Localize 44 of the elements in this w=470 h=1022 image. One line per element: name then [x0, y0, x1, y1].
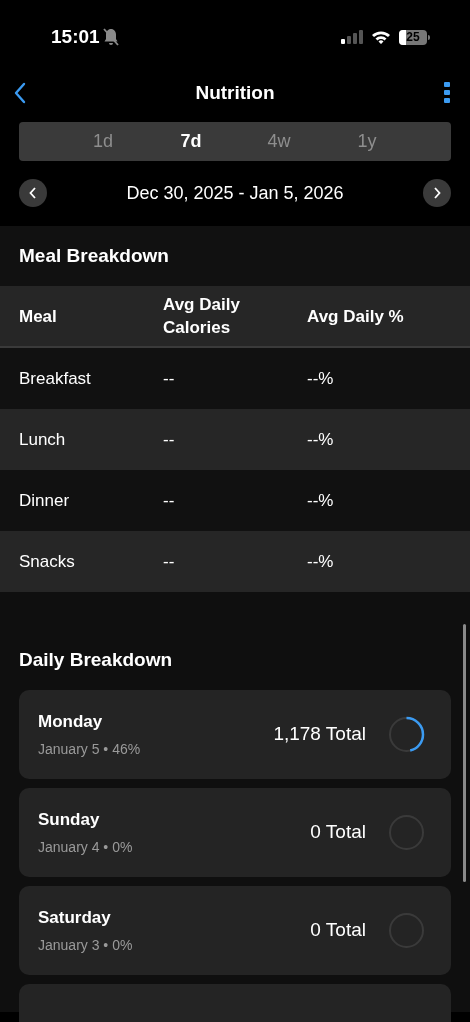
signal-icon — [341, 30, 363, 44]
status-time: 15:01 — [51, 24, 100, 49]
next-button[interactable] — [423, 179, 451, 207]
column-header: Avg Daily Calories — [163, 294, 241, 339]
previous-button[interactable] — [19, 179, 47, 207]
day-card[interactable]: Sunday January 4 • 0% 0 Total — [19, 788, 451, 877]
table-cell-text: -- — [163, 428, 176, 451]
day-name: Monday — [38, 711, 104, 734]
date-range: Dec 30, 2025 - Jan 5, 2026 — [126, 181, 344, 205]
table-cell-text: Lunch — [19, 428, 67, 451]
day-detail: January 5 • 46% — [38, 739, 141, 759]
table-cell-text: --% — [307, 428, 335, 451]
day-detail: January 3 • 0% — [38, 935, 133, 955]
section-title: Daily Breakdown — [19, 647, 173, 672]
table-cell-text: --% — [307, 367, 335, 390]
table-cell-text: Snacks — [19, 550, 76, 573]
muted-bell-icon — [102, 28, 119, 46]
day-card[interactable]: Saturday January 3 • 0% 0 Total — [19, 886, 451, 975]
table-cell-text: Dinner — [19, 489, 71, 512]
day-name: Saturday — [38, 907, 112, 930]
progress-ring — [388, 716, 425, 753]
column-header: Avg Daily % — [307, 305, 405, 328]
chevron-left-icon — [29, 187, 37, 199]
day-total: 0 Total — [310, 918, 366, 943]
column-header: Meal — [19, 305, 58, 328]
section-title: Meal Breakdown — [19, 243, 169, 268]
day-total: 1,178 Total — [273, 722, 366, 747]
wifi-icon — [371, 30, 391, 44]
day-detail: January 4 • 0% — [38, 837, 133, 857]
screen-title: Nutrition — [195, 80, 275, 105]
table-cell-text: -- — [163, 489, 176, 512]
scrollbar-icon — [463, 624, 466, 882]
table-cell-text: --% — [307, 550, 335, 573]
day-card[interactable]: Monday January 5 • 46% 1,178 Total — [19, 690, 451, 779]
more-icon — [444, 82, 450, 104]
period-tab[interactable]: 7d — [147, 122, 235, 161]
chevron-right-icon — [433, 187, 441, 199]
day-name: Sunday — [38, 809, 101, 832]
table-cell-text: --% — [307, 489, 335, 512]
table-cell-text: Breakfast — [19, 367, 92, 390]
day-total: 0 Total — [310, 820, 366, 845]
table-cell-text: -- — [163, 367, 176, 390]
table-cell-text: -- — [163, 550, 176, 573]
battery-icon: 25 — [399, 29, 430, 45]
